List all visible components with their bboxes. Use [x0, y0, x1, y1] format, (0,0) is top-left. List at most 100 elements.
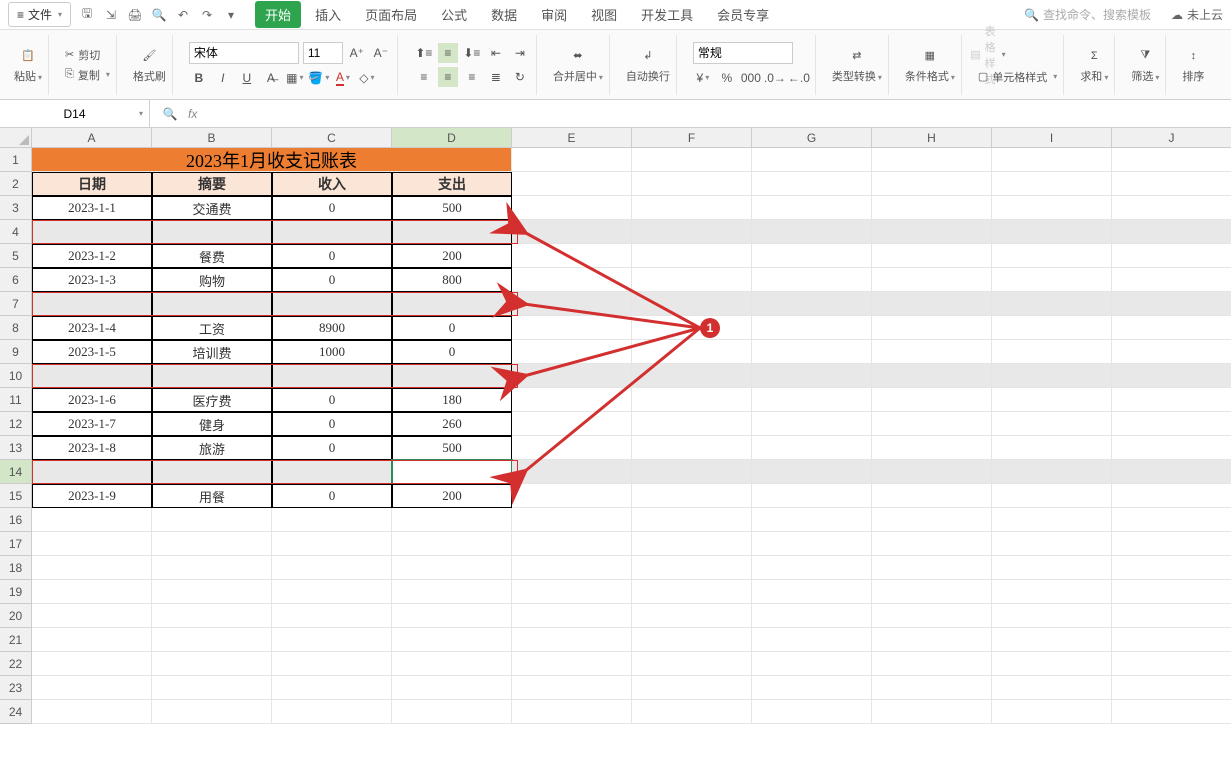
- currency-icon[interactable]: ¥▾: [693, 68, 713, 88]
- cell[interactable]: [152, 628, 272, 652]
- cell[interactable]: [152, 700, 272, 724]
- cell[interactable]: [1112, 580, 1231, 604]
- cell[interactable]: [632, 700, 752, 724]
- cell[interactable]: [992, 388, 1112, 412]
- cell[interactable]: 0: [272, 436, 392, 460]
- col-header-I[interactable]: I: [992, 128, 1112, 148]
- cell[interactable]: 2023-1-8: [32, 436, 152, 460]
- cell[interactable]: [992, 580, 1112, 604]
- cell[interactable]: [632, 604, 752, 628]
- tab-页面布局[interactable]: 页面布局: [355, 1, 427, 28]
- cell[interactable]: [1112, 412, 1231, 436]
- row-header-6[interactable]: 6: [0, 268, 32, 292]
- row-header-12[interactable]: 12: [0, 412, 32, 436]
- sum-button[interactable]: Σ 求和▾: [1080, 46, 1108, 84]
- row-header-10[interactable]: 10: [0, 364, 32, 388]
- merge-center-button[interactable]: ⬌ 合并居中▾: [553, 46, 603, 84]
- cell[interactable]: [752, 700, 872, 724]
- cell[interactable]: [992, 244, 1112, 268]
- cloud-status[interactable]: ☁ 未上云: [1171, 6, 1223, 23]
- cell[interactable]: [632, 340, 752, 364]
- col-header-G[interactable]: G: [752, 128, 872, 148]
- increase-decimal-icon[interactable]: .0→: [765, 68, 785, 88]
- cell[interactable]: [752, 628, 872, 652]
- tab-审阅[interactable]: 审阅: [531, 1, 577, 28]
- row-header-9[interactable]: 9: [0, 340, 32, 364]
- cell[interactable]: 180: [392, 388, 512, 412]
- tab-会员专享[interactable]: 会员专享: [707, 1, 779, 28]
- cell[interactable]: 0: [272, 268, 392, 292]
- cell[interactable]: [992, 652, 1112, 676]
- cell[interactable]: [152, 580, 272, 604]
- row-header-5[interactable]: 5: [0, 244, 32, 268]
- cell[interactable]: [392, 364, 512, 388]
- cell[interactable]: [632, 412, 752, 436]
- cell[interactable]: [752, 652, 872, 676]
- cell[interactable]: [872, 172, 992, 196]
- cell[interactable]: [632, 580, 752, 604]
- cell[interactable]: [632, 484, 752, 508]
- cell[interactable]: [512, 556, 632, 580]
- cell[interactable]: 2023-1-5: [32, 340, 152, 364]
- row-header-14[interactable]: 14: [0, 460, 32, 484]
- cell[interactable]: [1112, 292, 1231, 316]
- cell[interactable]: [752, 196, 872, 220]
- cell[interactable]: [992, 220, 1112, 244]
- cell[interactable]: [752, 292, 872, 316]
- cancel-formula-icon[interactable]: 🔍: [160, 104, 180, 124]
- cell[interactable]: [32, 532, 152, 556]
- cell[interactable]: 餐费: [152, 244, 272, 268]
- undo-icon[interactable]: ↶: [175, 7, 191, 23]
- tab-公式[interactable]: 公式: [431, 1, 477, 28]
- cell[interactable]: [32, 604, 152, 628]
- cell[interactable]: [752, 340, 872, 364]
- cell[interactable]: [272, 700, 392, 724]
- col-header-C[interactable]: C: [272, 128, 392, 148]
- cell[interactable]: 2023-1-1: [32, 196, 152, 220]
- cell[interactable]: [752, 532, 872, 556]
- cell[interactable]: [992, 340, 1112, 364]
- cell[interactable]: [872, 508, 992, 532]
- cell[interactable]: [32, 556, 152, 580]
- row-header-21[interactable]: 21: [0, 628, 32, 652]
- cell[interactable]: 交通费: [152, 196, 272, 220]
- cell[interactable]: [1112, 460, 1231, 484]
- cell[interactable]: [512, 700, 632, 724]
- select-all-corner[interactable]: [0, 128, 32, 148]
- row-header-17[interactable]: 17: [0, 532, 32, 556]
- row-header-1[interactable]: 1: [0, 148, 32, 172]
- cell[interactable]: [272, 220, 392, 244]
- cell[interactable]: [512, 388, 632, 412]
- cell[interactable]: [872, 484, 992, 508]
- col-header-D[interactable]: D: [392, 128, 512, 148]
- cell[interactable]: [32, 220, 152, 244]
- font-color-icon[interactable]: A▾: [333, 68, 353, 88]
- row-header-16[interactable]: 16: [0, 508, 32, 532]
- cell[interactable]: [632, 436, 752, 460]
- cell[interactable]: [752, 244, 872, 268]
- cell[interactable]: [872, 652, 992, 676]
- cell[interactable]: [152, 460, 272, 484]
- cell[interactable]: [872, 604, 992, 628]
- formula-input[interactable]: [205, 106, 1221, 121]
- cell[interactable]: 800: [392, 268, 512, 292]
- cell[interactable]: [872, 364, 992, 388]
- table-style-button[interactable]: ▤表格样式▾: [978, 45, 998, 65]
- cell[interactable]: 0: [272, 196, 392, 220]
- cell[interactable]: 2023-1-7: [32, 412, 152, 436]
- cell[interactable]: [392, 220, 512, 244]
- cell[interactable]: 2023-1-3: [32, 268, 152, 292]
- cell[interactable]: [752, 508, 872, 532]
- strikethrough-icon[interactable]: A̶: [261, 68, 281, 88]
- cell[interactable]: [1112, 340, 1231, 364]
- italic-icon[interactable]: I: [213, 68, 233, 88]
- tab-数据[interactable]: 数据: [481, 1, 527, 28]
- cell[interactable]: 2023-1-4: [32, 316, 152, 340]
- tab-开始[interactable]: 开始: [255, 1, 301, 28]
- cell[interactable]: [512, 412, 632, 436]
- cell[interactable]: [1112, 148, 1231, 172]
- cell[interactable]: [512, 340, 632, 364]
- cell[interactable]: [1112, 532, 1231, 556]
- cell[interactable]: 0: [272, 244, 392, 268]
- cell[interactable]: 260: [392, 412, 512, 436]
